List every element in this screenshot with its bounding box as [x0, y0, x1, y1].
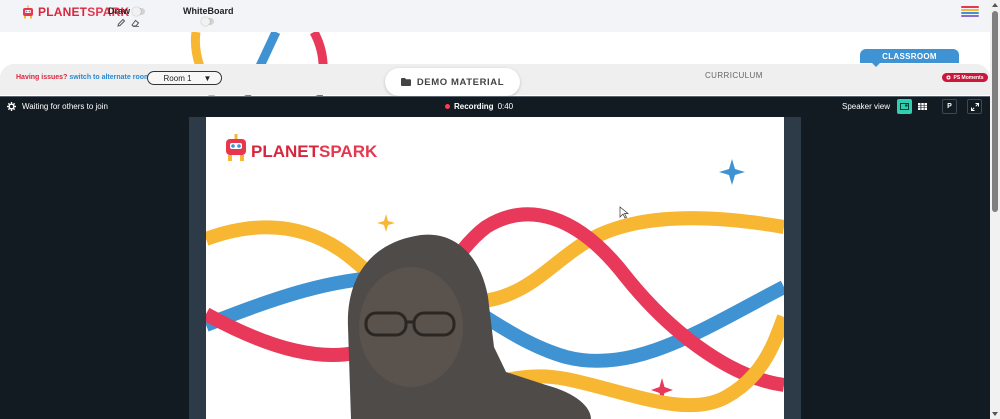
- top-bar: PLANETSPARK Draw WhiteBoard: [0, 0, 990, 32]
- recording-indicator: Recording 0:40: [445, 102, 513, 111]
- pencil-icon[interactable]: [116, 18, 126, 28]
- speaker-view-button[interactable]: [897, 99, 912, 114]
- classroom-tab[interactable]: CLASSROOM: [860, 49, 959, 63]
- demo-material-button[interactable]: DEMO MATERIAL: [385, 68, 520, 96]
- expand-icon: [970, 102, 979, 111]
- pin-label: P: [947, 103, 952, 110]
- video-header: Waiting for others to join Recording 0:4…: [0, 96, 990, 117]
- presentation-slide: PLANETSPARK: [206, 117, 784, 419]
- fullscreen-button[interactable]: [967, 99, 982, 114]
- view-mode-label: Speaker view: [842, 102, 891, 111]
- pin-button[interactable]: P: [942, 99, 957, 114]
- recording-time: 0:40: [497, 102, 514, 111]
- switch-room-link[interactable]: switch to alternate room: [69, 74, 150, 81]
- camera-icon: [946, 75, 951, 80]
- page-scrollbar[interactable]: [990, 0, 1000, 419]
- slide-logo-mark-icon: [226, 134, 246, 161]
- gallery-view-button[interactable]: [915, 99, 930, 114]
- room-select[interactable]: Room 1 ▼: [147, 71, 222, 85]
- folder-icon: [400, 78, 411, 86]
- whiteboard-toggle[interactable]: [201, 17, 214, 26]
- grid-view-icon: [918, 103, 927, 110]
- eraser-icon[interactable]: [130, 18, 140, 28]
- video-frame-left-border: [189, 117, 206, 419]
- blue-sparkle-icon: [719, 159, 745, 185]
- speaker-view-icon: [900, 103, 909, 110]
- recording-dot-icon: [445, 104, 450, 109]
- hamburger-icon[interactable]: [961, 6, 979, 17]
- slide-logo-text: PLANETSPARK: [251, 142, 378, 161]
- classroom-tab-pointer: [872, 63, 880, 67]
- waiting-text: Waiting for others to join: [22, 102, 108, 111]
- robot-logo-icon: [23, 5, 33, 19]
- meeting-status: Waiting for others to join: [7, 102, 108, 111]
- mouse-cursor-icon: [619, 206, 629, 219]
- video-frame-right-border: [784, 117, 801, 419]
- yellow-sparkle-icon: [377, 214, 395, 232]
- alternate-room-notice: Having issues? switch to alternate room: [16, 74, 151, 81]
- ps-moments-button[interactable]: PS Moments: [942, 73, 988, 82]
- demo-material-label: DEMO MATERIAL: [416, 76, 505, 88]
- curriculum-tab[interactable]: CURRICULUM: [705, 71, 763, 80]
- gear-icon[interactable]: [7, 102, 16, 111]
- scrollbar-thumb[interactable]: [992, 11, 998, 212]
- room-select-value: Room 1: [163, 73, 192, 83]
- draw-label: Draw: [108, 6, 131, 16]
- recording-label: Recording: [454, 102, 494, 111]
- ps-moments-label: PS Moments: [953, 74, 984, 81]
- scroll-up-icon[interactable]: [992, 3, 998, 7]
- draw-toggle[interactable]: [132, 7, 145, 16]
- slide-artwork: PLANETSPARK: [206, 134, 784, 419]
- app-window: PLANETSPARK Draw WhiteBoard Having issue…: [0, 0, 1000, 419]
- classroom-tab-label: CLASSROOM: [882, 51, 937, 61]
- caret-down-icon: ▼: [203, 73, 212, 83]
- scroll-down-icon[interactable]: [992, 412, 998, 416]
- whiteboard-label: WhiteBoard: [183, 6, 234, 16]
